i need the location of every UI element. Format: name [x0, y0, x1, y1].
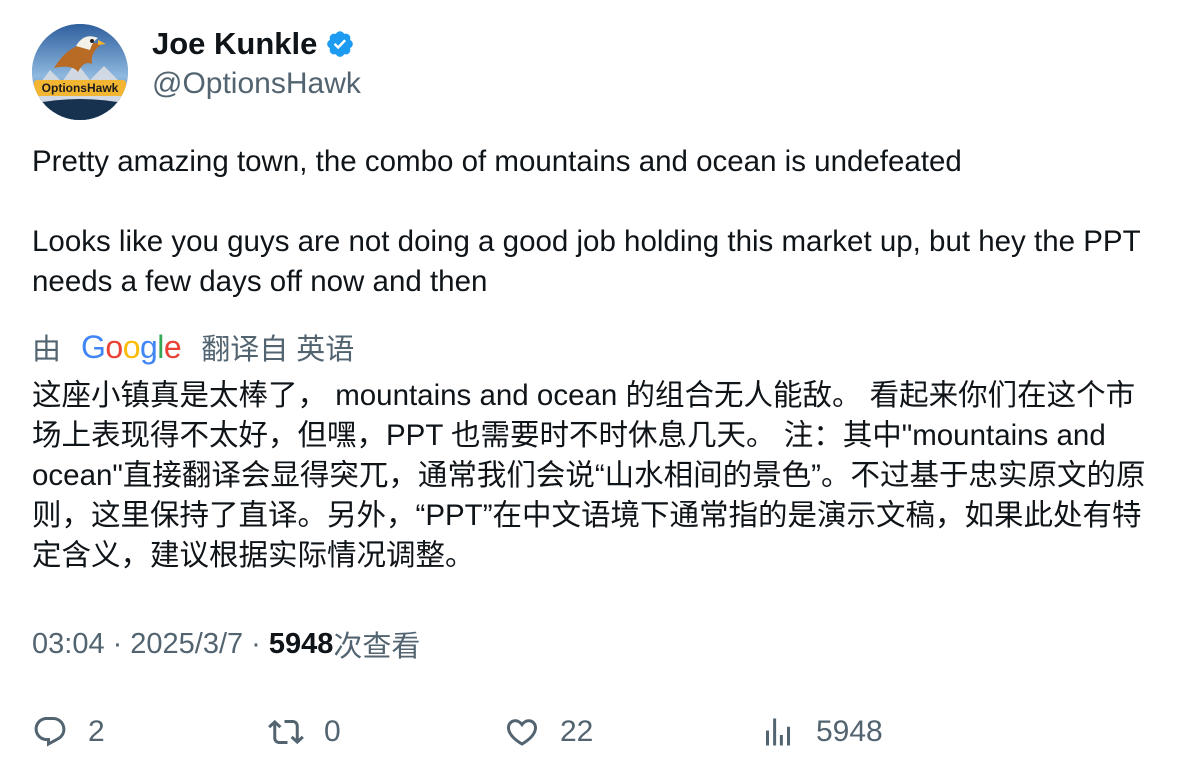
tweet-header: OptionsHawk Joe Kunkle @OptionsHawk: [32, 24, 1162, 120]
translation-prefix: 由: [32, 334, 62, 366]
translation-suffix: 翻译自 英语: [201, 334, 355, 366]
tweet-paragraph: Looks like you guys are not doing a good…: [32, 225, 1141, 298]
retweet-count: 0: [324, 715, 341, 748]
avatar[interactable]: OptionsHawk: [32, 24, 128, 120]
tweet-paragraph: Pretty amazing town, the combo of mounta…: [32, 145, 962, 178]
reply-icon: [34, 717, 66, 747]
views-button[interactable]: 5948: [760, 710, 883, 754]
views-label: 次查看: [333, 631, 421, 663]
tweet-time[interactable]: 03:04: [32, 628, 105, 661]
like-button[interactable]: 22: [504, 710, 593, 754]
tweet-meta: 03:04 · 2025/3/7 · 5948 次查看: [32, 624, 420, 664]
bar-chart-icon: [766, 718, 790, 746]
views-count: 5948: [268, 627, 334, 660]
verified-badge-icon[interactable]: [325, 29, 355, 59]
reply-button[interactable]: 2: [32, 710, 105, 754]
like-count: 22: [560, 715, 594, 748]
retweet-icon: [268, 719, 304, 745]
translation-attribution: 由 Google 翻译自 英语: [32, 327, 354, 367]
tweet-date[interactable]: 2025/3/7: [130, 628, 243, 661]
hawk-logo-image: OptionsHawk: [32, 24, 128, 120]
reply-count: 2: [88, 715, 105, 748]
display-name[interactable]: Joe Kunkle: [152, 24, 317, 64]
tweet-text: Pretty amazing town, the combo of mounta…: [32, 142, 1172, 302]
avatar-logo-text: OptionsHawk: [42, 81, 119, 95]
name-row: Joe Kunkle: [152, 24, 361, 64]
translated-text: 这座小镇真是太棒了， mountains and ocean 的组合无人能敌。 …: [32, 379, 1146, 572]
meta-separator: ·: [112, 627, 123, 660]
retweet-button[interactable]: 0: [268, 710, 341, 754]
meta-separator: ·: [251, 627, 261, 660]
author-names: Joe Kunkle @OptionsHawk: [152, 24, 361, 102]
heart-icon: [506, 719, 538, 746]
views-action-count: 5948: [816, 715, 883, 748]
action-bar: 2 0 22 5948: [32, 710, 1162, 754]
handle[interactable]: @OptionsHawk: [152, 66, 361, 102]
google-logo: Google: [81, 328, 182, 365]
